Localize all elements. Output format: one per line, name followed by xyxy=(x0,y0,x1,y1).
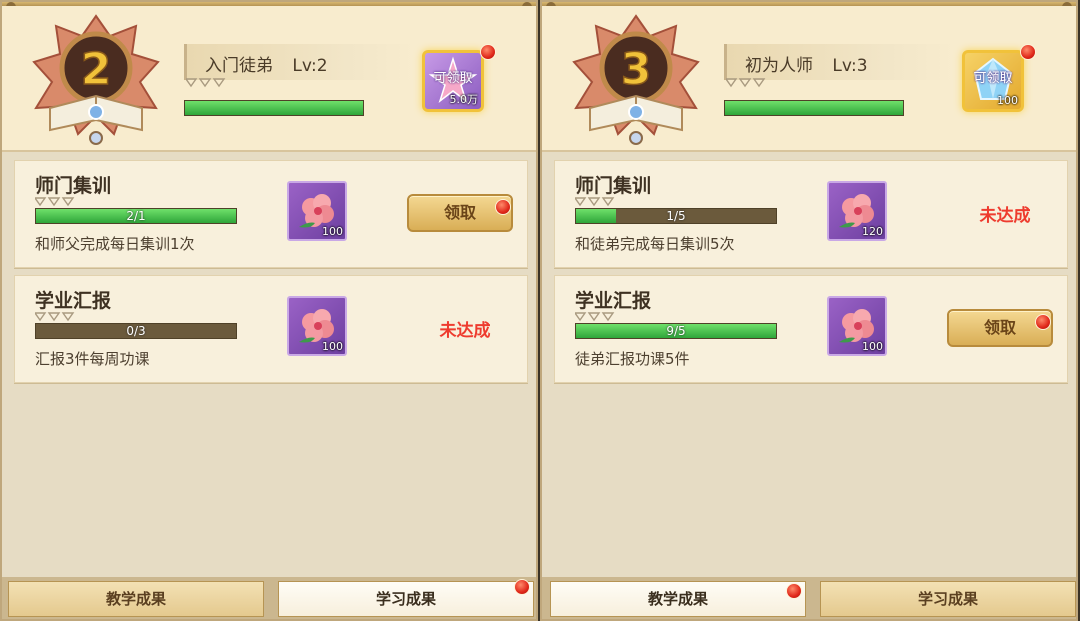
rank-header: 3 初为人师 Lv:3 可领取 100 xyxy=(542,6,1076,152)
tab-learning-results[interactable]: 学习成果 xyxy=(820,581,1076,617)
rank-title-plate: 入门徒弟 Lv:2 xyxy=(184,44,416,80)
level-progress-fill xyxy=(185,101,363,115)
bottom-tabs: 教学成果 学习成果 xyxy=(2,577,536,619)
task-progress-bar: 0/3 xyxy=(35,323,237,339)
reward-item[interactable]: 120 xyxy=(827,181,887,241)
task-progress-text: 9/5 xyxy=(666,324,686,338)
task-description: 汇报3件每周功课 xyxy=(35,350,150,368)
level-reward-button[interactable]: 可领取 5.0万 xyxy=(422,50,484,112)
task-progress-bar: 9/5 xyxy=(575,323,777,339)
level-progress-bar xyxy=(184,100,364,116)
task-progress-bar: 2/1 xyxy=(35,208,237,224)
task-title: 学业汇报 xyxy=(575,290,652,312)
level-progress-bar xyxy=(724,100,904,116)
rank-title-plate: 初为人师 Lv:3 xyxy=(724,44,956,80)
reward-count: 100 xyxy=(997,94,1018,107)
reward-label: 可领取 xyxy=(973,71,1013,86)
item-count: 120 xyxy=(862,225,883,238)
task-title: 师门集训 xyxy=(575,175,652,197)
tab-teaching-results[interactable]: 教学成果 xyxy=(8,581,264,617)
rank-number: 2 xyxy=(81,44,112,95)
task-progress-text: 1/5 xyxy=(666,209,686,223)
task-card: 师门集训 2/1 和师父完成每日集训1次 100 领取 xyxy=(14,160,528,268)
level-reward-button[interactable]: 可领取 100 xyxy=(962,50,1024,112)
task-description: 和徒弟完成每日集训5次 xyxy=(575,235,735,253)
item-count: 100 xyxy=(322,340,343,353)
task-progress-text: 0/3 xyxy=(126,324,146,338)
right-panel: 3 初为人师 Lv:3 可领取 100 师门集训 1/5 和徒弟完成每日集训5次… xyxy=(540,0,1078,621)
task-progress-text: 2/1 xyxy=(126,209,146,223)
task-card: 学业汇报 9/5 徒弟汇报功课5件 100 领取 xyxy=(554,275,1068,383)
notification-dot xyxy=(480,44,496,60)
task-title: 师门集训 xyxy=(35,175,112,197)
rank-badge-icon: 3 xyxy=(572,14,700,145)
reward-item[interactable]: 100 xyxy=(827,296,887,356)
reward-count: 5.0万 xyxy=(449,93,479,106)
rank-title: 初为人师 xyxy=(745,56,813,76)
task-description: 徒弟汇报功课5件 xyxy=(575,350,690,368)
triangle-deco-icon xyxy=(35,197,75,207)
notification-dot xyxy=(786,583,802,599)
notification-dot xyxy=(1035,314,1051,330)
rank-number: 3 xyxy=(621,44,652,95)
incomplete-status: 未达成 xyxy=(439,321,491,341)
task-title: 学业汇报 xyxy=(35,290,112,312)
task-card: 师门集训 1/5 和徒弟完成每日集训5次 120 未达成 xyxy=(554,160,1068,268)
notification-dot xyxy=(1020,44,1036,60)
reward-item[interactable]: 100 xyxy=(287,296,347,356)
level-label: Lv:2 xyxy=(292,56,328,76)
item-count: 100 xyxy=(862,340,883,353)
reward-item[interactable]: 100 xyxy=(287,181,347,241)
task-description: 和师父完成每日集训1次 xyxy=(35,235,195,253)
triangle-deco-icon xyxy=(35,312,75,322)
incomplete-status: 未达成 xyxy=(979,206,1031,226)
bottom-tabs: 教学成果 学习成果 xyxy=(542,577,1076,619)
level-label: Lv:3 xyxy=(832,56,868,76)
notification-dot xyxy=(514,579,530,595)
triangle-deco-icon xyxy=(575,197,615,207)
triangle-deco-icon xyxy=(186,78,226,88)
triangle-deco-icon xyxy=(575,312,615,322)
left-panel: 2 入门徒弟 Lv:2 可领取 5.0万 师门集训 2/1 和师父完成每日集训1… xyxy=(0,0,538,621)
rank-title: 入门徒弟 xyxy=(205,56,273,76)
task-card: 学业汇报 0/3 汇报3件每周功课 100 未达成 xyxy=(14,275,528,383)
rank-badge-icon: 2 xyxy=(32,14,160,145)
task-progress-bar: 1/5 xyxy=(575,208,777,224)
level-progress-fill xyxy=(725,101,903,115)
tab-learning-results[interactable]: 学习成果 xyxy=(278,581,534,617)
notification-dot xyxy=(495,199,511,215)
rank-header: 2 入门徒弟 Lv:2 可领取 5.0万 xyxy=(2,6,536,152)
item-count: 100 xyxy=(322,225,343,238)
reward-label: 可领取 xyxy=(433,71,473,86)
triangle-deco-icon xyxy=(726,78,766,88)
tab-teaching-results[interactable]: 教学成果 xyxy=(550,581,806,617)
